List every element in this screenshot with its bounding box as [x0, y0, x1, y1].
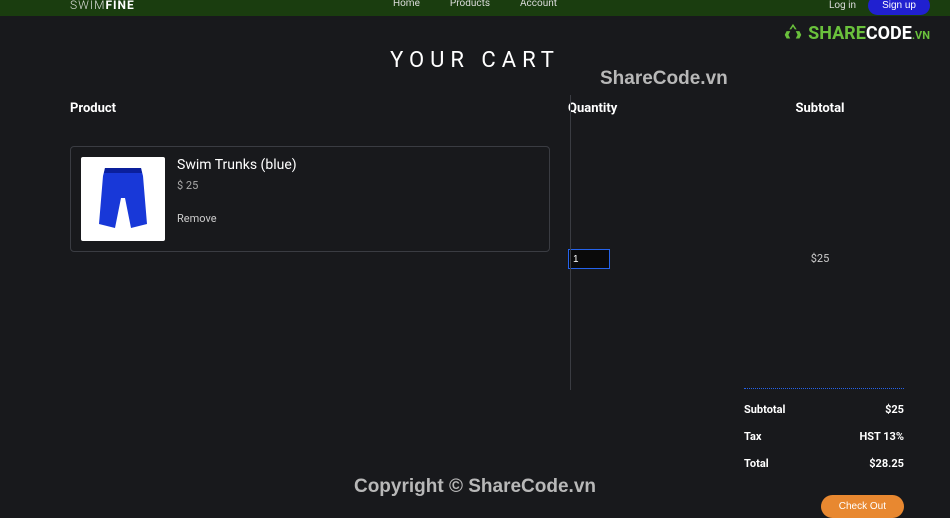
vertical-divider — [570, 95, 571, 390]
watermark-sharecode: ShareCode.vn — [600, 68, 728, 90]
summary-row-tax: Tax HST 13% — [744, 430, 904, 443]
product-image — [81, 157, 165, 241]
swim-trunks-icon — [95, 166, 151, 232]
subtotal-cell: $25 — [740, 136, 900, 269]
product-price: $ 25 — [177, 179, 297, 192]
login-link[interactable]: Log in — [829, 0, 856, 11]
recycle-icon — [782, 22, 804, 44]
checkout-button[interactable]: Check Out — [821, 495, 904, 518]
summary-subtotal-value: $25 — [885, 403, 904, 416]
nav-home[interactable]: Home — [393, 0, 420, 9]
summary-total-value: $28.25 — [869, 457, 904, 470]
page-title: YOUR CART — [0, 48, 950, 73]
remove-link[interactable]: Remove — [177, 212, 297, 225]
product-info: Swim Trunks (blue) $ 25 Remove — [177, 157, 297, 241]
quantity-cell — [560, 136, 740, 269]
signup-button[interactable]: Sign up — [868, 0, 930, 15]
product-cell: Swim Trunks (blue) $ 25 Remove — [70, 136, 560, 269]
order-summary: Subtotal $25 Tax HST 13% Total $28.25 — [744, 388, 904, 484]
logo-bold: FINE — [105, 0, 134, 12]
logo[interactable]: SWIMFINE — [70, 0, 135, 12]
column-header-quantity: Quantity — [560, 101, 740, 136]
quantity-input[interactable] — [568, 249, 610, 269]
column-header-product: Product — [70, 101, 560, 136]
summary-row-subtotal: Subtotal $25 — [744, 403, 904, 416]
cart-grid: Product Quantity Subtotal Swim Trunks (b… — [70, 101, 950, 269]
header-right: Log in Sign up — [829, 0, 930, 15]
summary-subtotal-label: Subtotal — [744, 403, 785, 416]
nav: Home Products Account — [393, 0, 557, 9]
summary-tax-value: HST 13% — [859, 430, 904, 443]
nav-products[interactable]: Products — [450, 0, 490, 9]
summary-tax-label: Tax — [744, 430, 762, 443]
column-header-subtotal: Subtotal — [740, 101, 900, 136]
summary-divider — [744, 388, 904, 389]
product-card: Swim Trunks (blue) $ 25 Remove — [70, 146, 550, 252]
logo-thin: SWIM — [70, 0, 105, 12]
product-name: Swim Trunks (blue) — [177, 157, 297, 173]
watermark-text: SHARECODE.VN — [808, 23, 930, 44]
watermark-logo: SHARECODE.VN — [782, 22, 930, 44]
subtotal-value: $25 — [740, 252, 900, 265]
copyright-watermark: Copyright © ShareCode.vn — [354, 476, 596, 498]
nav-account[interactable]: Account — [520, 0, 557, 9]
header: SWIMFINE Home Products Account Log in Si… — [0, 0, 950, 16]
summary-row-total: Total $28.25 — [744, 457, 904, 470]
summary-total-label: Total — [744, 457, 769, 470]
